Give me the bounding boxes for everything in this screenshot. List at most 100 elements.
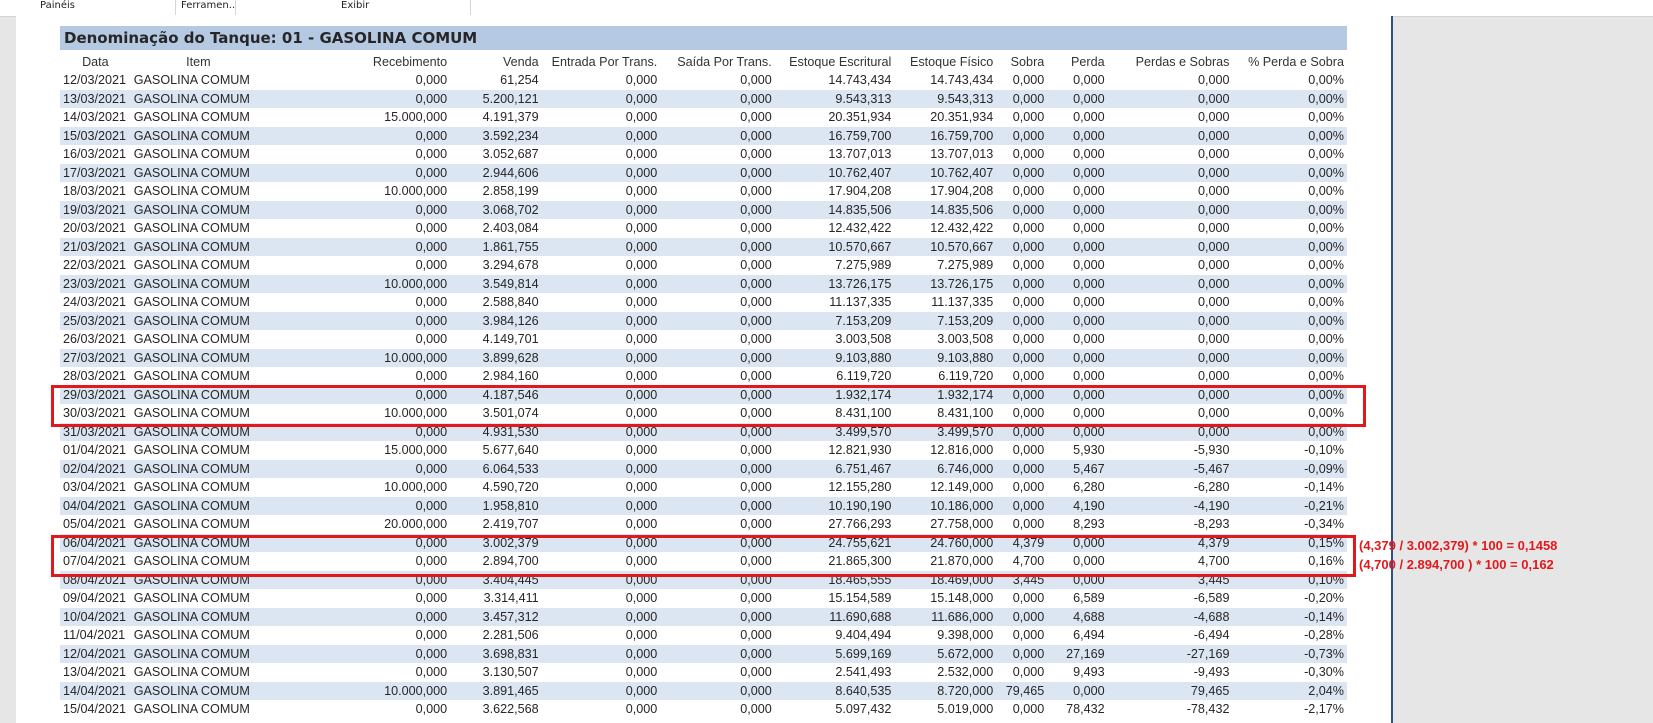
cell-entrada-por-trans: 0,000 [625,517,658,532]
cell-recebimento: 0,000 [415,369,448,384]
table-row: 10/04/2021 GASOLINA COMUM 0,000 3.457,312 0,… [60,607,1347,626]
cell-perda: 0,000 [1047,422,1108,441]
cell-entrada-por-trans: 0,000 [625,628,658,643]
annotation-calc-2: (4,700 / 2.894,700 ) * 100 = 0,162 [1359,557,1554,572]
cell-data: 25/03/2021 [60,311,131,330]
cell-perda: 0,000 [1073,295,1105,310]
cell-entrada-por-trans: 0,000 [541,496,661,515]
report-title: Denominação do Tanque: 01 - GASOLINA COM… [60,26,1347,50]
cell-venda: 2.588,840 [482,295,539,310]
cell-estoque-escritural: 6.119,720 [836,369,892,384]
menu-exibir[interactable]: Exibir [337,0,471,15]
cell-venda: 2.894,700 [482,554,539,569]
cell-estoque-escritural: 3.499,570 [774,422,895,441]
cell-perdas-e-sobras: 0,000 [1197,369,1230,384]
cell-sobra: 0,000 [1012,184,1045,199]
table-row: 15/04/2021 GASOLINA COMUM 0,000 3.622,568 0,… [60,700,1347,719]
cell-saida-por-trans: 0,000 [660,681,775,700]
cell-estoque-escritural: 9.103,880 [774,348,895,367]
cell-estoque-fisico: 6.746,000 [894,459,997,478]
cell-data: 12/03/2021 [63,73,127,88]
cell-venda: 4.931,530 [450,422,542,441]
table-row: 05/04/2021 GASOLINA COMUM 20.000,000 2.419,… [60,515,1347,534]
cell-pct-perda-e-sobra: 0,00% [1308,110,1344,125]
cell-sobra: 0,000 [996,385,1048,404]
cell-data: 01/04/2021 [63,443,127,458]
cell-perdas-e-sobras: -6,589 [1193,591,1230,606]
cell-perdas-e-sobras: -4,190 [1107,496,1233,515]
cell-recebimento: 0,000 [415,73,448,88]
cell-data: 27/03/2021 [60,348,131,367]
cell-perda: 0,000 [1047,533,1108,552]
cell-data: 23/03/2021 [60,274,131,293]
cell-pct-perda-e-sobra: -0,14% [1232,607,1347,626]
cell-perdas-e-sobras: 0,000 [1197,110,1230,125]
table-row: 23/03/2021 GASOLINA COMUM 10.000,000 3.549,… [60,274,1347,293]
cell-venda: 3.891,465 [450,681,542,700]
cell-estoque-fisico: 7.275,989 [937,258,994,273]
cell-recebimento: 0,000 [415,147,448,162]
cell-estoque-fisico: 10.762,407 [894,163,997,182]
cell-data: 02/04/2021 [60,459,131,478]
cell-pct-perda-e-sobra: 0,00% [1308,406,1344,421]
cell-item: GASOLINA COMUM [133,702,250,717]
cell-data: 15/03/2021 [60,126,131,145]
cell-item: GASOLINA COMUM [130,274,266,293]
cell-sobra: 0,000 [996,237,1048,256]
cell-recebimento: 0,000 [265,311,451,330]
cell-perda: 0,000 [1047,681,1108,700]
cell-saida-por-trans: 0,000 [740,443,772,458]
menu-ferramentas[interactable]: Ferramen... [177,0,236,15]
cell-pct-perda-e-sobra: -0,34% [1304,517,1344,532]
cell-estoque-fisico: 7.153,209 [894,311,997,330]
cell-perda: 0,000 [1047,200,1108,219]
cell-recebimento: 15.000,000 [384,443,448,458]
cell-estoque-escritural: 11.137,335 [829,295,892,310]
cell-data: 29/03/2021 [60,385,131,404]
cell-recebimento: 10.000,000 [265,274,451,293]
cell-saida-por-trans: 0,000 [660,607,775,626]
cell-item: GASOLINA COMUM [130,607,266,626]
cell-pct-perda-e-sobra: -0,09% [1232,459,1347,478]
cell-perdas-e-sobras: 0,000 [1107,385,1233,404]
cell-perda: 8,293 [1073,517,1105,532]
table-body: 12/03/2021 GASOLINA COMUM 0,000 61,254 0,000… [60,71,1347,719]
cell-saida-por-trans: 0,000 [740,665,772,680]
cell-item: GASOLINA COMUM [133,295,250,310]
table-row: 11/04/2021 GASOLINA COMUM 0,000 2.281,506 0,… [60,626,1347,645]
cell-recebimento: 10.000,000 [384,480,448,495]
cell-estoque-escritural: 17.904,208 [828,184,892,199]
cell-estoque-fisico: 3.499,570 [894,422,997,441]
cell-item: GASOLINA COMUM [133,73,250,88]
cell-item: GASOLINA COMUM [130,126,266,145]
cell-venda: 5.200,121 [450,89,542,108]
cell-sobra: 0,000 [1012,480,1045,495]
table-row: 21/03/2021 GASOLINA COMUM 0,000 1.861,755 0,… [60,237,1347,256]
menu-paineis[interactable]: Painéis [36,0,176,15]
cell-recebimento: 0,000 [265,533,451,552]
table-row: 19/03/2021 GASOLINA COMUM 0,000 3.068,702 0,… [60,200,1347,219]
cell-entrada-por-trans: 0,000 [625,369,658,384]
cell-estoque-fisico: 12.149,000 [930,480,994,495]
cell-sobra: 0,000 [1012,517,1045,532]
cell-perda: 0,000 [1073,406,1105,421]
cell-estoque-escritural: 24.755,621 [774,533,895,552]
cell-venda: 2.403,084 [482,221,539,236]
cell-perda: 0,000 [1073,332,1105,347]
cell-sobra: 0,000 [1012,221,1045,236]
cell-sobra: 0,000 [996,607,1048,626]
cell-entrada-por-trans: 0,000 [541,237,661,256]
cell-pct-perda-e-sobra: 0,00% [1232,274,1347,293]
cell-perdas-e-sobras: -5,930 [1193,443,1230,458]
cell-perda: 4,688 [1047,607,1108,626]
cell-perda: 0,000 [1047,311,1108,330]
cell-venda: 6.064,533 [450,459,542,478]
cell-venda: 4.590,720 [482,480,539,495]
col-venda: Venda [502,54,539,69]
cell-venda: 2.419,707 [482,517,539,532]
cell-data: 18/03/2021 [63,184,127,199]
cell-estoque-fisico: 13.726,175 [894,274,997,293]
col-perdas-e-sobras: Perdas e Sobras [1135,54,1230,69]
cell-recebimento: 0,000 [265,200,451,219]
cell-item: GASOLINA COMUM [130,385,266,404]
